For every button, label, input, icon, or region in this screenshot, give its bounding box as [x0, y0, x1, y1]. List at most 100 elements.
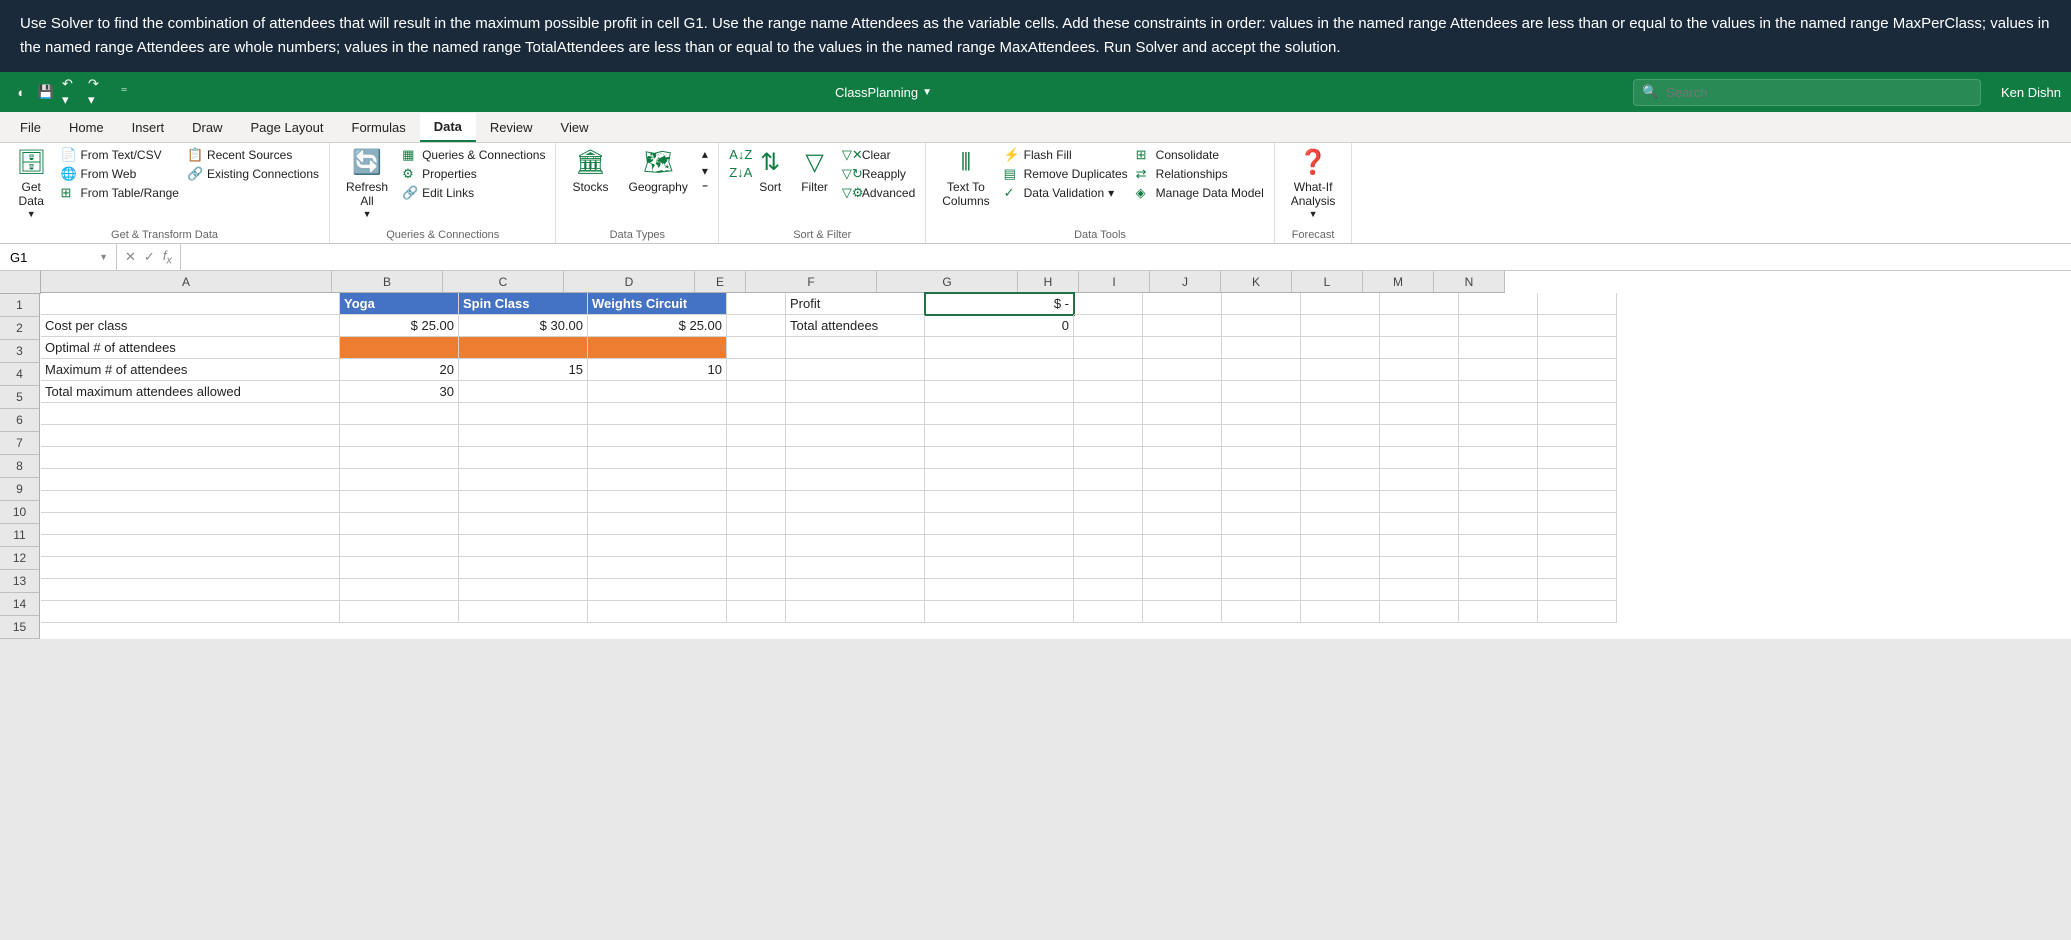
cell[interactable]	[727, 579, 786, 601]
cell[interactable]	[41, 293, 340, 315]
cell[interactable]	[727, 337, 786, 359]
tab-insert[interactable]: Insert	[118, 114, 179, 141]
cell[interactable]	[1459, 315, 1538, 337]
cell[interactable]	[41, 535, 340, 557]
cell[interactable]	[1380, 557, 1459, 579]
cell[interactable]	[1222, 403, 1301, 425]
cell[interactable]	[1380, 491, 1459, 513]
edit-links-button[interactable]: 🔗Edit Links	[402, 185, 545, 201]
save-icon[interactable]: 💾	[36, 82, 56, 102]
cell[interactable]	[1459, 447, 1538, 469]
cell[interactable]	[1459, 469, 1538, 491]
cell[interactable]	[925, 359, 1074, 381]
cell[interactable]	[1143, 469, 1222, 491]
cell[interactable]: Profit	[786, 293, 925, 315]
cell[interactable]	[340, 601, 459, 623]
cell[interactable]	[1301, 315, 1380, 337]
cell[interactable]: $ 30.00	[459, 315, 588, 337]
cell[interactable]	[1222, 557, 1301, 579]
cell[interactable]	[727, 293, 786, 315]
cell[interactable]	[1222, 469, 1301, 491]
cell[interactable]	[1143, 491, 1222, 513]
column-header[interactable]: C	[443, 271, 564, 293]
cell[interactable]	[727, 381, 786, 403]
cell[interactable]	[459, 601, 588, 623]
tab-page-layout[interactable]: Page Layout	[237, 114, 338, 141]
cell[interactable]	[1459, 579, 1538, 601]
cell[interactable]: 0	[925, 315, 1074, 337]
cell[interactable]: $ 25.00	[340, 315, 459, 337]
row-header[interactable]: 15	[0, 616, 40, 639]
cell[interactable]	[1538, 315, 1617, 337]
row-header[interactable]: 7	[0, 432, 40, 455]
cell[interactable]	[1380, 425, 1459, 447]
column-header[interactable]: E	[695, 271, 746, 293]
row-header[interactable]: 11	[0, 524, 40, 547]
cell[interactable]	[786, 557, 925, 579]
cell[interactable]	[1222, 315, 1301, 337]
cell[interactable]	[459, 403, 588, 425]
cell[interactable]	[1301, 513, 1380, 535]
cell[interactable]	[1538, 381, 1617, 403]
what-if-analysis-button[interactable]: ❓ What-If Analysis ▼	[1285, 147, 1342, 221]
cell[interactable]	[41, 579, 340, 601]
cell[interactable]	[786, 337, 925, 359]
row-header[interactable]: 13	[0, 570, 40, 593]
column-header[interactable]: N	[1434, 271, 1505, 293]
stocks-button[interactable]: 🏛 Stocks	[566, 147, 614, 196]
cell[interactable]	[1143, 557, 1222, 579]
cancel-formula-icon[interactable]: ✕	[125, 249, 136, 265]
column-header[interactable]: K	[1221, 271, 1292, 293]
tab-draw[interactable]: Draw	[178, 114, 236, 141]
flash-fill-button[interactable]: ⚡Flash Fill	[1004, 147, 1128, 163]
cell[interactable]: Optimal # of attendees	[41, 337, 340, 359]
cell[interactable]	[1538, 601, 1617, 623]
cell[interactable]	[588, 337, 727, 359]
cell[interactable]	[41, 601, 340, 623]
cell[interactable]: $ 25.00	[588, 315, 727, 337]
cell[interactable]	[1301, 491, 1380, 513]
cell[interactable]	[727, 315, 786, 337]
cell[interactable]	[1301, 425, 1380, 447]
datatype-up-icon[interactable]: ▴	[702, 147, 708, 161]
cell[interactable]: Cost per class	[41, 315, 340, 337]
cell[interactable]	[786, 535, 925, 557]
cell[interactable]	[925, 403, 1074, 425]
cell[interactable]	[1222, 381, 1301, 403]
redo-icon[interactable]: ↷ ▾	[88, 82, 108, 102]
cell[interactable]	[459, 381, 588, 403]
cell[interactable]	[1143, 359, 1222, 381]
row-header[interactable]: 4	[0, 363, 40, 386]
cell[interactable]	[1143, 381, 1222, 403]
datatype-more-icon[interactable]: ⁼	[702, 181, 708, 195]
reapply-button[interactable]: ▽↻Reapply	[842, 166, 915, 182]
select-all-corner[interactable]	[0, 271, 41, 294]
from-table-range-button[interactable]: ⊞From Table/Range	[60, 185, 179, 201]
cell[interactable]	[1301, 359, 1380, 381]
cell[interactable]	[1143, 535, 1222, 557]
cell[interactable]	[925, 425, 1074, 447]
cell[interactable]: Yoga	[340, 293, 459, 315]
cell[interactable]	[41, 469, 340, 491]
row-header[interactable]: 8	[0, 455, 40, 478]
cell[interactable]	[727, 601, 786, 623]
column-header[interactable]: M	[1363, 271, 1434, 293]
properties-button[interactable]: ⚙Properties	[402, 166, 545, 182]
row-header[interactable]: 1	[0, 294, 40, 317]
user-name[interactable]: Ken Dishn	[2001, 85, 2061, 100]
search-box[interactable]: 🔍	[1633, 79, 1981, 106]
cell[interactable]	[727, 403, 786, 425]
cell[interactable]	[1074, 579, 1143, 601]
sort-az-button[interactable]: A↓Z	[729, 147, 745, 162]
cell[interactable]	[1380, 469, 1459, 491]
cell[interactable]: 20	[340, 359, 459, 381]
cell[interactable]	[1380, 359, 1459, 381]
cell[interactable]	[1074, 359, 1143, 381]
cell[interactable]	[1222, 491, 1301, 513]
cell[interactable]	[1301, 381, 1380, 403]
cell[interactable]	[1222, 359, 1301, 381]
chevron-down-icon[interactable]: ▼	[99, 252, 108, 262]
cell[interactable]	[1074, 513, 1143, 535]
row-header[interactable]: 2	[0, 317, 40, 340]
cell[interactable]	[925, 601, 1074, 623]
